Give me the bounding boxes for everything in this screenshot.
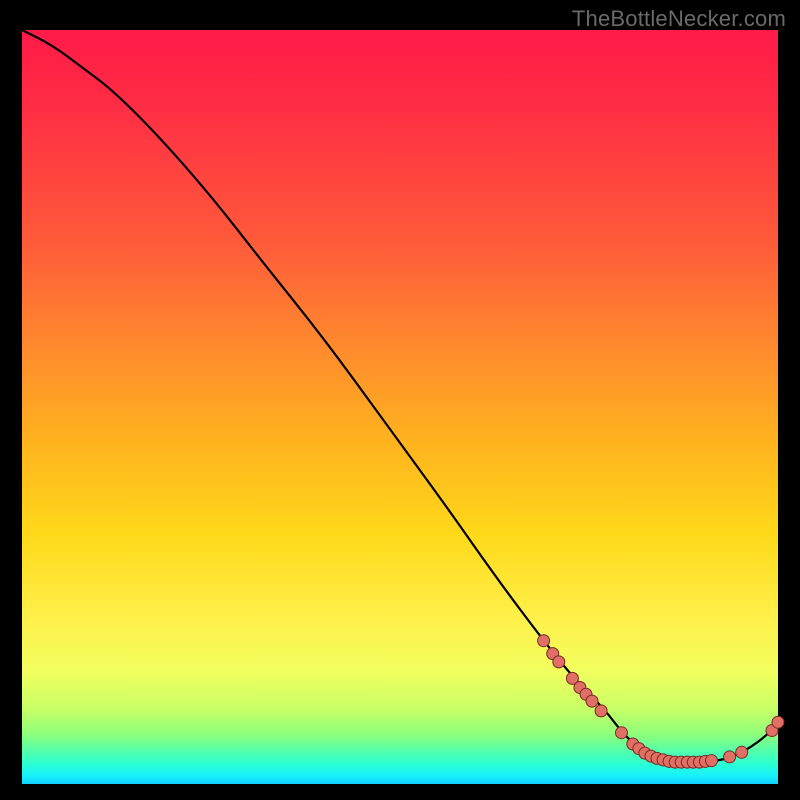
bottleneck-curve <box>22 30 778 761</box>
data-marker <box>616 727 628 739</box>
gradient-plot-area <box>22 30 778 784</box>
curve-layer <box>22 30 778 784</box>
data-marker <box>538 635 550 647</box>
data-marker <box>586 695 598 707</box>
data-marker <box>736 746 748 758</box>
data-marker <box>724 751 736 763</box>
data-marker <box>772 716 784 728</box>
data-marker <box>553 656 565 668</box>
data-marker <box>595 705 607 717</box>
data-marker <box>706 755 718 767</box>
chart-frame: TheBottleNecker.com <box>0 0 800 800</box>
watermark-text: TheBottleNecker.com <box>572 6 786 32</box>
